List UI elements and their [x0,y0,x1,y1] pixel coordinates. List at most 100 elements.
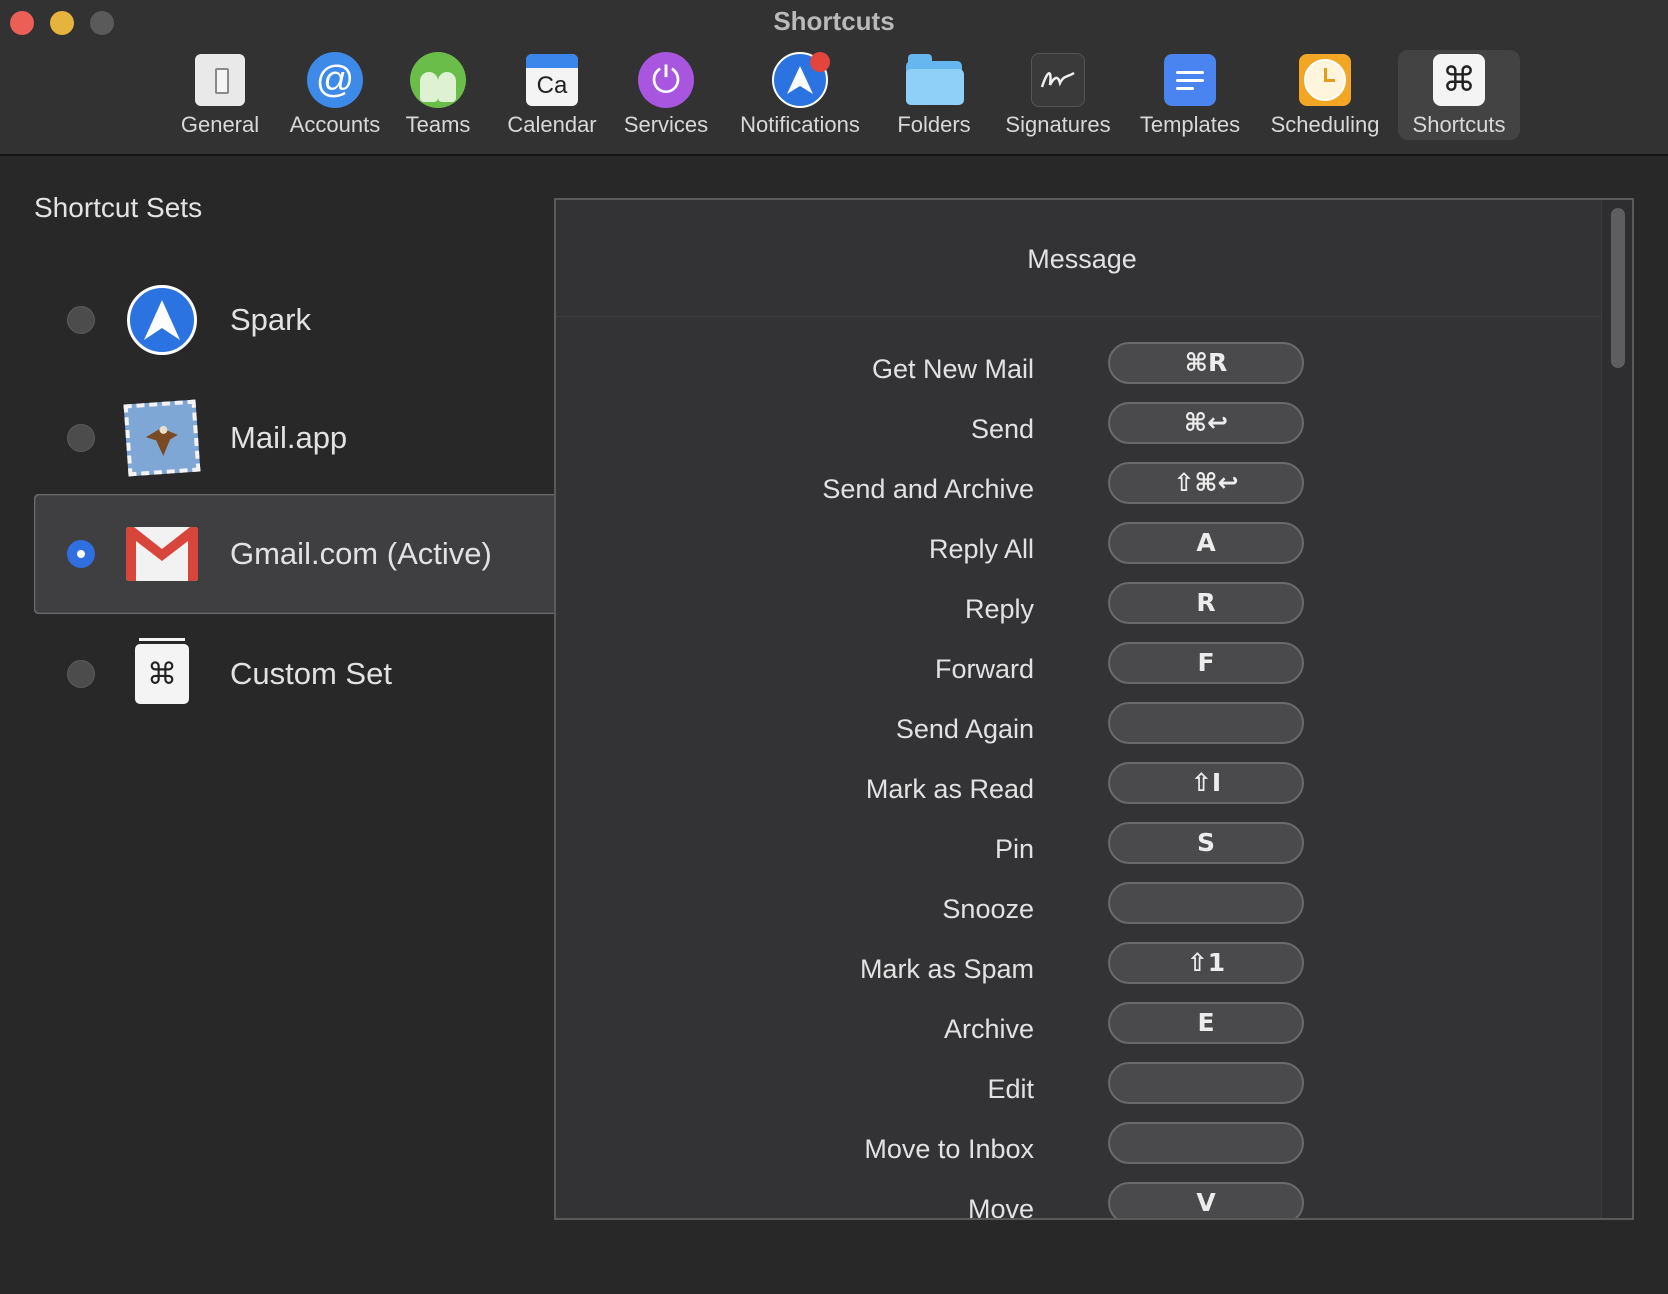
shortcut-row: Send Again [556,702,1608,762]
notification-badge [810,52,830,72]
shortcut-action-label: Snooze [942,894,1034,924]
toolbar-label-general: General [180,112,260,137]
toolbar-item-scheduling[interactable]: Scheduling [1264,50,1386,140]
signature-icon [1030,52,1086,108]
shortcut-action-label: Archive [943,1014,1034,1044]
general-icon [192,52,248,108]
teams-icon [410,52,466,108]
radio-spark[interactable] [67,306,95,334]
folder-icon [906,52,964,108]
shortcut-action-label: Reply [964,594,1034,624]
shortcut-row: Get New Mail ⌘R [556,342,1608,402]
scrollbar-track[interactable] [1601,200,1632,1218]
shortcuts-panel: Message Get New Mail ⌘R Send ⌘↩ Send and A… [554,198,1634,1220]
toolbar-label-teams: Teams [405,112,471,137]
at-sign-icon: @ [307,52,363,108]
toolbar-item-accounts[interactable]: @ Accounts [270,50,400,140]
shortcut-action-label: Forward [934,654,1034,684]
shortcut-key-field[interactable]: ⇧⌘↩ [1108,462,1304,504]
preferences-window: Shortcuts General @ Accounts Teams Ca Ca… [0,0,1668,1294]
toolbar-item-services[interactable]: ⏻ Services [618,50,714,140]
toolbar-label-folders: Folders [897,112,971,137]
shortcut-row: Reply R [556,582,1608,642]
toolbar-item-folders[interactable]: Folders [886,50,982,140]
shortcut-key-field[interactable]: ⇧1 [1108,942,1304,984]
shortcut-key-field[interactable]: ⇧I [1108,762,1304,804]
set-label-spark: Spark [230,302,311,337]
shortcut-key-field[interactable] [1108,882,1304,924]
shortcut-row: Move to Inbox [556,1122,1608,1182]
window-title: Shortcuts [773,6,895,36]
shortcut-row: Move V [556,1182,1608,1218]
set-label-custom: Custom Set [230,656,392,691]
calendar-icon: Ca [524,52,580,108]
toolbar-item-templates[interactable]: Templates [1134,50,1246,140]
toolbar-label-signatures: Signatures [1005,112,1111,137]
toolbar-label-shortcuts: Shortcuts [1412,112,1506,137]
radio-custom[interactable] [67,660,95,688]
toolbar-item-general[interactable]: General [160,50,280,140]
shortcut-set-spark[interactable]: Spark [34,262,554,378]
title-bar: Shortcuts General @ Accounts Teams Ca Ca… [0,0,1668,156]
shortcut-row: Send ⌘↩ [556,402,1608,462]
shortcut-key-field[interactable]: V [1108,1182,1304,1218]
scrollbar-thumb[interactable] [1611,208,1625,368]
gmail-icon [126,518,198,590]
shortcut-action-label: Send [970,414,1034,444]
shortcut-set-gmail[interactable]: Gmail.com (Active) [34,496,554,612]
shortcut-row: Edit [556,1062,1608,1122]
shortcut-row: Reply All A [556,522,1608,582]
toolbar-item-signatures[interactable]: Signatures [996,50,1120,140]
command-icon: ⌘ [1431,52,1487,108]
toolbar-item-notifications[interactable]: Notifications [730,50,870,140]
shortcut-action-label: Mark as Read [865,774,1034,804]
toolbar-label-accounts: Accounts [289,112,381,137]
shortcut-key-field[interactable] [1108,702,1304,744]
radio-gmail[interactable] [67,540,95,568]
shortcut-set-mail-app[interactable]: Mail.app [34,380,554,496]
toolbar-label-scheduling: Scheduling [1270,112,1380,137]
toolbar-item-calendar[interactable]: Ca Calendar [500,50,604,140]
shortcut-key-field[interactable]: ⌘↩ [1108,402,1304,444]
shortcut-action-label: Pin [994,834,1034,864]
shortcut-set-custom[interactable]: ⌘ Custom Set [34,616,554,732]
section-title: Message [1027,244,1137,274]
shortcut-action-label: Send Again [895,714,1034,744]
shortcut-row: Send and Archive ⇧⌘↩ [556,462,1608,522]
toolbar-item-shortcuts[interactable]: ⌘ Shortcuts [1398,50,1520,140]
shortcut-row: Mark as Spam ⇧1 [556,942,1608,1002]
spark-icon [772,52,830,108]
toolbar-label-notifications: Notifications [740,112,860,137]
shortcut-row: Pin S [556,822,1608,882]
shortcut-key-field[interactable]: S [1108,822,1304,864]
shortcut-key-field[interactable]: ⌘R [1108,342,1304,384]
shortcut-row: Snooze [556,882,1608,942]
shortcut-action-label: Get New Mail [871,354,1034,384]
toolbar-label-templates: Templates [1139,112,1241,137]
shortcut-key-field[interactable] [1108,1062,1304,1104]
templates-icon [1162,52,1218,108]
power-icon: ⏻ [638,52,694,108]
shortcut-sets-heading: Shortcut Sets [34,192,203,223]
shortcut-key-field[interactable]: R [1108,582,1304,624]
set-label-gmail: Gmail.com (Active) [230,536,492,571]
shortcut-row: Archive E [556,1002,1608,1062]
set-label-mail-app: Mail.app [230,420,348,455]
shortcut-action-label: Send and Archive [822,474,1034,504]
spark-icon [126,284,198,356]
toolbar-item-teams[interactable]: Teams [392,50,484,140]
clock-icon [1297,52,1353,108]
toolbar-label-calendar: Calendar [507,112,597,137]
mail-app-icon [123,399,201,477]
shortcut-action-label: Reply All [928,534,1034,564]
command-icon: ⌘ [126,638,198,710]
panel-header: Message [556,200,1608,317]
shortcut-row: Mark as Read ⇧I [556,762,1608,822]
radio-mail-app[interactable] [67,424,95,452]
shortcut-key-field[interactable]: E [1108,1002,1304,1044]
shortcut-row: Forward F [556,642,1608,702]
shortcut-key-field[interactable]: A [1108,522,1304,564]
shortcut-action-label: Mark as Spam [859,954,1034,984]
shortcut-key-field[interactable]: F [1108,642,1304,684]
shortcut-key-field[interactable] [1108,1122,1304,1164]
